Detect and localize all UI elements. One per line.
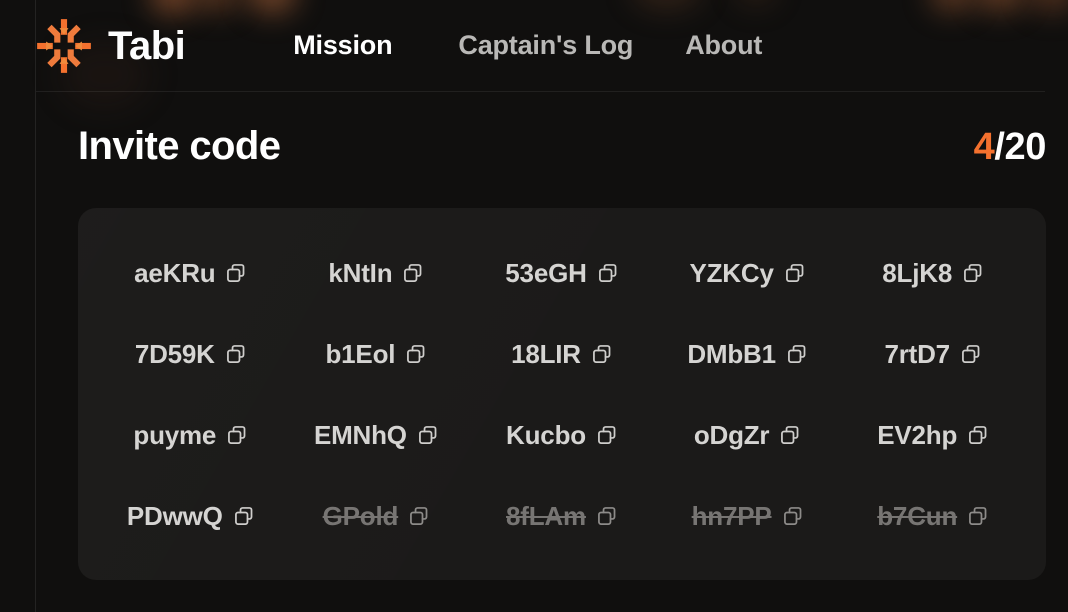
invite-code-cell[interactable]: EV2hp: [840, 394, 1026, 475]
app-root: Tabi Mission Captain's Log About Invite …: [0, 0, 1068, 612]
copy-icon: [410, 506, 428, 525]
brand-logo-group[interactable]: Tabi: [36, 18, 186, 74]
copy-icon: [598, 425, 616, 444]
invite-code-cell[interactable]: 18LIR: [469, 313, 655, 394]
invite-code-cell[interactable]: b7Cun: [840, 475, 1026, 556]
invite-code-header: Invite code 4/20: [78, 126, 1046, 166]
invite-counter-used: 4: [973, 126, 995, 168]
copy-icon: [969, 506, 987, 525]
invite-code-text: YZKCy: [689, 257, 774, 288]
invite-code-cell[interactable]: DMbB1: [655, 313, 841, 394]
copy-icon: [598, 263, 617, 282]
invite-code-text: PDwwQ: [126, 500, 223, 531]
invite-code-text: 7rtD7: [884, 338, 950, 369]
copy-icon: [969, 425, 987, 444]
copy-icon: [781, 425, 799, 444]
copy-icon: [234, 506, 253, 525]
invite-code-grid: aeKRu kNtIn 53eGH YZKCy 8LjK8 7D59K b1Eol 18LIR…: [98, 232, 1026, 556]
copy-icon: [964, 263, 982, 282]
invite-code-cell[interactable]: 53eGH: [469, 232, 655, 313]
brand-name: Tabi: [108, 23, 186, 68]
invite-code-text: GPold: [322, 500, 399, 531]
invite-code-cell[interactable]: PDwwQ: [98, 475, 284, 556]
tabi-starburst-logo-icon: [37, 18, 91, 73]
invite-code-cell[interactable]: 8LjK8: [840, 232, 1026, 313]
invite-code-text: 7D59K: [134, 338, 215, 369]
invite-code-text: b1Eol: [325, 338, 396, 369]
copy-icon: [962, 344, 980, 363]
invite-code-panel: aeKRu kNtIn 53eGH YZKCy 8LjK8 7D59K b1Eol 18LIR…: [78, 208, 1046, 580]
invite-code-cell[interactable]: 8fLAm: [469, 475, 655, 556]
invite-code-text: 18LIR: [511, 338, 581, 369]
invite-code-text: aeKRu: [134, 257, 216, 288]
nav-item-mission[interactable]: Mission: [293, 24, 392, 67]
invite-code-cell[interactable]: b1Eol: [284, 313, 470, 394]
main-nav: Mission Captain's Log About: [293, 24, 762, 67]
copy-icon: [787, 344, 806, 363]
invite-code-text: EV2hp: [877, 419, 958, 450]
invite-code-text: puyme: [133, 419, 217, 450]
invite-code-text: 8fLAm: [506, 500, 586, 531]
copy-icon: [407, 344, 425, 363]
invite-code-cell[interactable]: puyme: [98, 394, 284, 475]
invite-code-cell[interactable]: EMNhQ: [284, 394, 470, 475]
nav-item-captains-log[interactable]: Captain's Log: [458, 24, 633, 67]
invite-code-cell[interactable]: GPold: [284, 475, 470, 556]
invite-counter: 4/20: [973, 126, 1047, 168]
invite-code-cell[interactable]: YZKCy: [655, 232, 841, 313]
copy-icon: [226, 344, 245, 363]
invite-code-text: oDgZr: [693, 419, 770, 450]
invite-counter-total: 20: [1004, 126, 1047, 168]
copy-icon: [404, 263, 422, 282]
invite-code-text: kNtIn: [328, 257, 393, 288]
invite-code-text: hn7PP: [691, 500, 772, 531]
invite-code-cell[interactable]: kNtIn: [284, 232, 470, 313]
invite-code-text: EMNhQ: [313, 419, 407, 450]
copy-icon: [598, 506, 616, 525]
invite-counter-separator: /: [994, 126, 1005, 168]
nav-item-about[interactable]: About: [685, 24, 762, 67]
invite-code-cell[interactable]: hn7PP: [655, 475, 841, 556]
invite-code-text: 8LjK8: [882, 257, 953, 288]
invite-code-cell[interactable]: aeKRu: [98, 232, 284, 313]
copy-icon: [227, 263, 245, 282]
copy-icon: [592, 344, 611, 363]
copy-icon: [785, 263, 804, 282]
site-header: Tabi Mission Captain's Log About: [36, 0, 1045, 92]
invite-code-text: Kucbo: [506, 419, 586, 450]
copy-icon: [418, 425, 437, 444]
invite-code-cell[interactable]: Kucbo: [469, 394, 655, 475]
invite-code-text: DMbB1: [687, 338, 776, 369]
invite-code-text: b7Cun: [877, 500, 958, 531]
invite-code-cell[interactable]: 7rtD7: [840, 313, 1026, 394]
invite-code-cell[interactable]: 7D59K: [98, 313, 284, 394]
page-title: Invite code: [78, 124, 281, 168]
copy-icon: [228, 425, 246, 444]
copy-icon: [783, 506, 801, 525]
invite-code-text: 53eGH: [505, 257, 587, 288]
invite-code-cell[interactable]: oDgZr: [655, 394, 841, 475]
